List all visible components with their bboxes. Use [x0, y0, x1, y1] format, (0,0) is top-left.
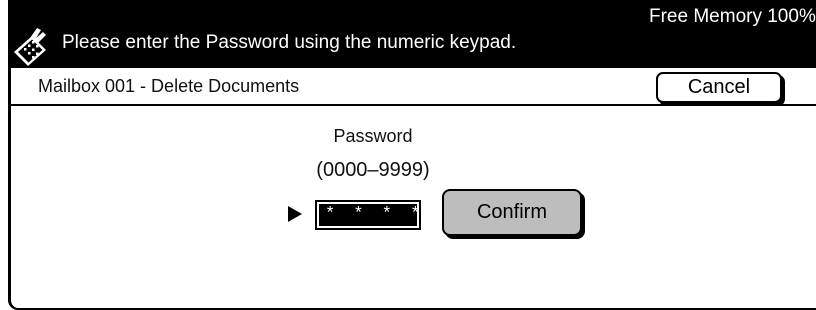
password-range-hint: (0000–9999) — [316, 159, 430, 181]
password-masked-value: * * * * — [319, 204, 420, 226]
main-panel: Mailbox 001 - Delete Documents Cancel Pa… — [8, 68, 816, 310]
password-label: Password — [333, 126, 413, 146]
instruction-message: Please enter the Password using the nume… — [62, 32, 517, 53]
keypad-hand-icon — [14, 28, 46, 66]
message-header: Please enter the Password using the nume… — [8, 0, 816, 68]
cancel-button[interactable]: Cancel — [656, 72, 782, 103]
screen-titlebar: Mailbox 001 - Delete Documents Cancel — [11, 68, 816, 106]
pointer-arrow-icon — [288, 206, 302, 222]
free-memory-status: Free Memory 100% — [649, 6, 816, 27]
confirm-button[interactable]: Confirm — [442, 189, 582, 236]
screen-title: Mailbox 001 - Delete Documents — [38, 76, 300, 96]
delete-documents-screen: Please enter the Password using the nume… — [0, 0, 816, 310]
password-field[interactable]: * * * * — [315, 200, 421, 230]
